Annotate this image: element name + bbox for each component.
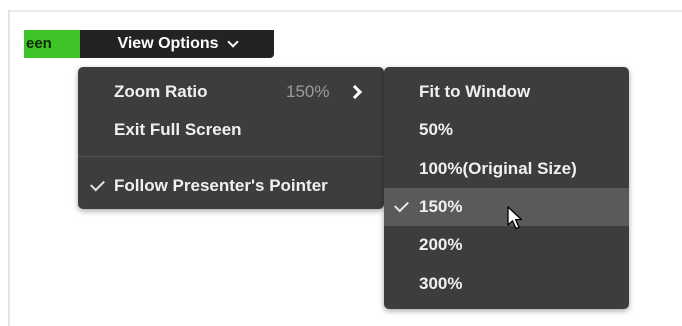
zoom-option-label: 50%: [419, 120, 454, 139]
view-options-menu: Zoom Ratio 150% Exit Full Screen Follow …: [78, 67, 384, 209]
checkmark-icon: [90, 176, 105, 192]
green-tab-button[interactable]: een: [24, 30, 80, 58]
zoom-option-fit-to-window[interactable]: Fit to Window: [384, 73, 629, 111]
chevron-down-icon: [226, 35, 239, 48]
menu-item-follow-pointer[interactable]: Follow Presenter's Pointer: [78, 167, 384, 205]
mouse-cursor-icon: [507, 206, 523, 230]
zoom-option-label: 100%(Original Size): [419, 159, 577, 178]
zoom-option-label: 200%: [419, 235, 463, 254]
zoom-option-label: Fit to Window: [419, 82, 531, 101]
zoom-option-300[interactable]: 300%: [384, 265, 629, 303]
follow-pointer-label: Follow Presenter's Pointer: [114, 176, 328, 195]
menu-divider: [78, 156, 384, 157]
zoom-option-label: 300%: [419, 274, 463, 293]
zoom-option-label: 150%: [419, 197, 463, 216]
view-options-button[interactable]: View Options: [80, 30, 274, 58]
zoom-ratio-value: 150%: [286, 82, 330, 101]
chevron-right-icon: [347, 84, 363, 100]
zoom-option-50[interactable]: 50%: [384, 111, 629, 149]
zoom-ratio-submenu: Fit to Window 50% 100%(Original Size) 15…: [384, 67, 629, 309]
window-left-border: [8, 10, 10, 326]
exit-full-screen-label: Exit Full Screen: [114, 120, 242, 139]
zoom-option-100[interactable]: 100%(Original Size): [384, 150, 629, 188]
menu-item-exit-full-screen[interactable]: Exit Full Screen: [78, 111, 384, 149]
window-top-border: [10, 10, 682, 12]
checkmark-icon: [394, 197, 409, 213]
zoom-ratio-label: Zoom Ratio: [114, 82, 208, 101]
menu-item-zoom-ratio[interactable]: Zoom Ratio 150%: [78, 73, 384, 111]
view-options-label: View Options: [117, 35, 219, 52]
green-tab-label: een: [26, 35, 52, 52]
